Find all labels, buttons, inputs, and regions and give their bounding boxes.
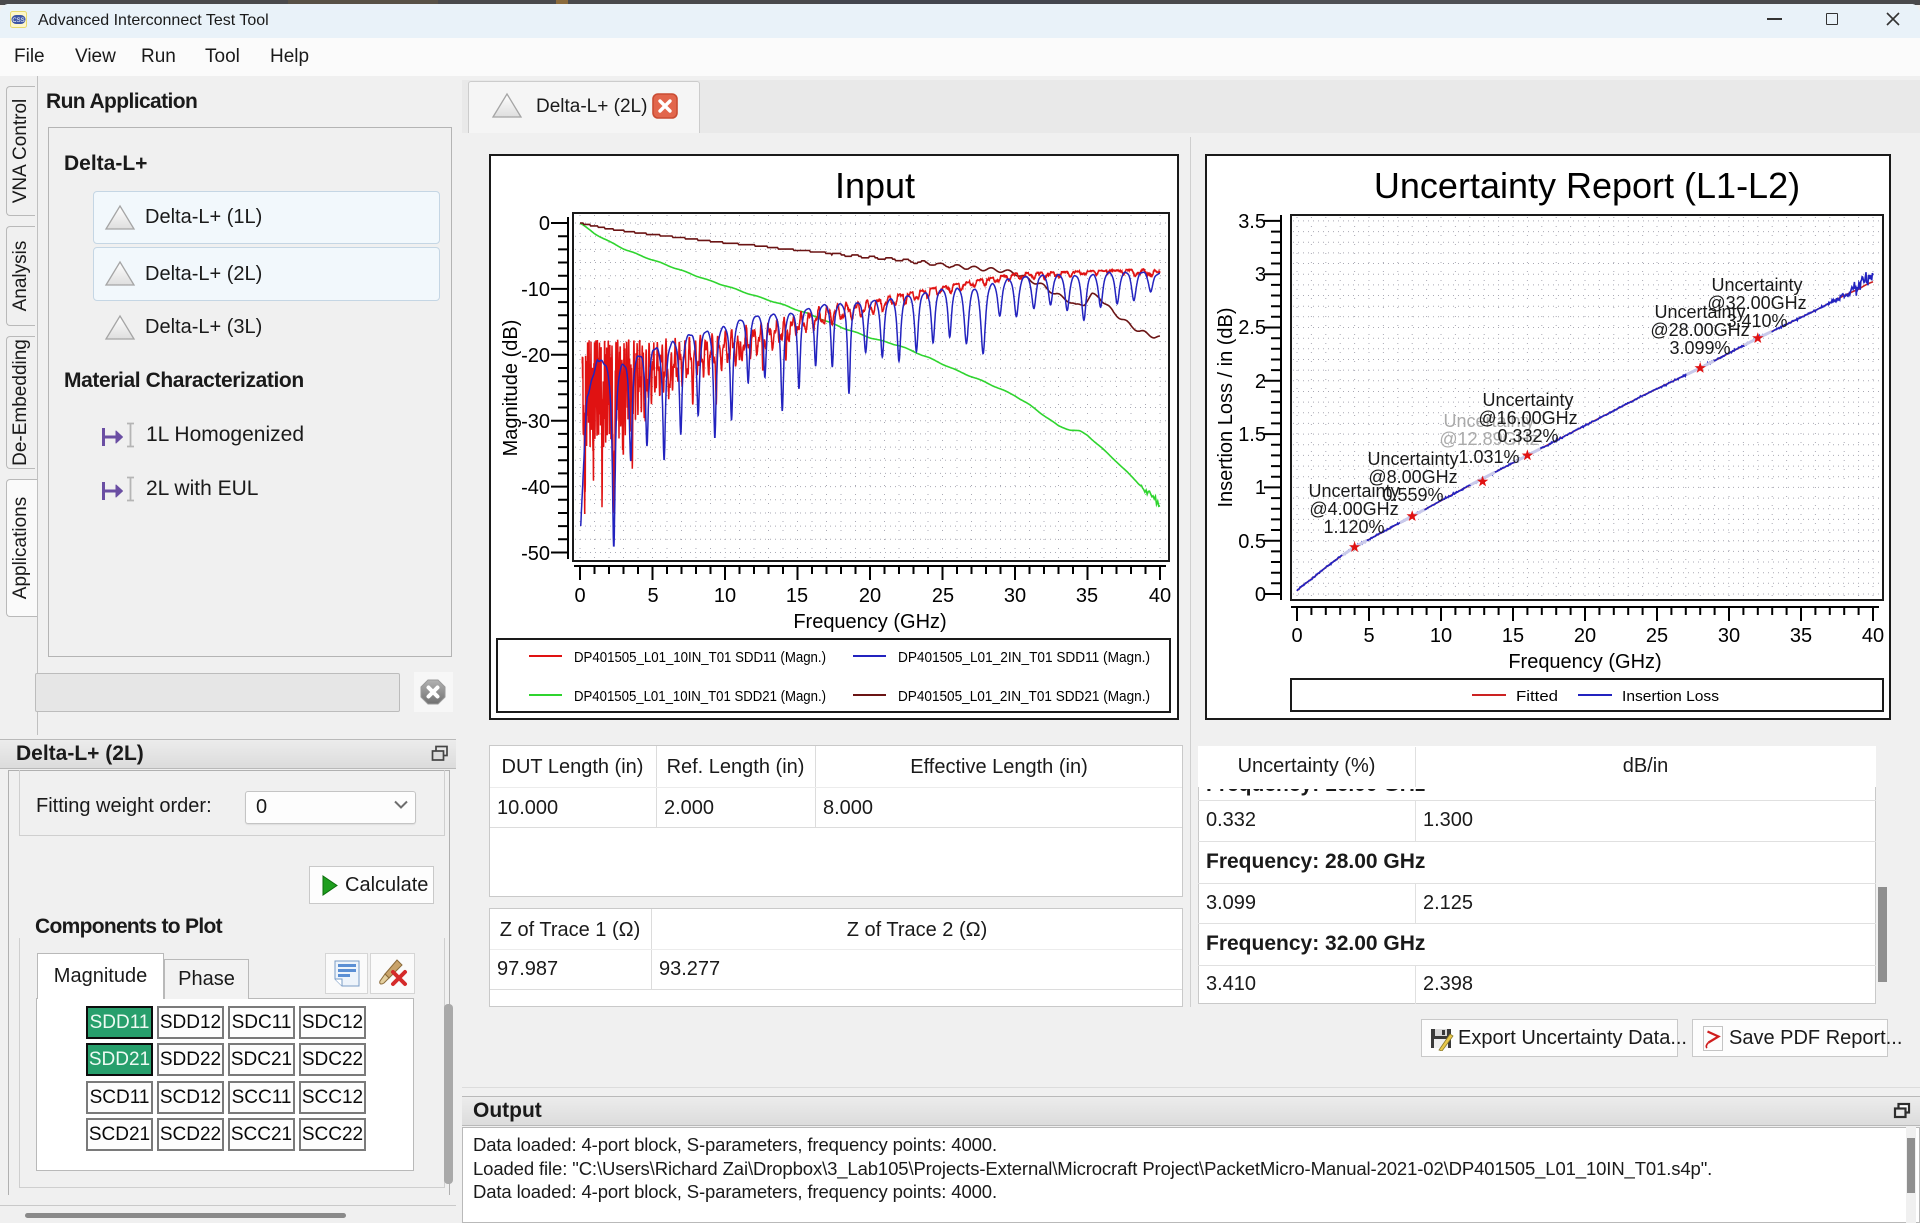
svg-text:1.031%: 1.031% [1458,447,1519,467]
svg-text:3.410%: 3.410% [1726,311,1787,331]
svg-text:@32.00GHz: @32.00GHz [1707,293,1806,313]
svg-text:30: 30 [1004,585,1026,607]
svg-text:20: 20 [859,585,881,607]
svg-text:DP401505_L01_10IN_T01 SDD21 (M: DP401505_L01_10IN_T01 SDD21 (Magn.) [574,688,826,705]
svg-text:Input: Input [835,165,915,206]
svg-text:3: 3 [1255,264,1266,286]
svg-text:15: 15 [786,585,808,607]
svg-text:DP401505_L01_2IN_T01 SDD21 (Ma: DP401505_L01_2IN_T01 SDD21 (Magn.) [898,688,1150,705]
svg-text:40: 40 [1862,625,1884,647]
svg-text:0: 0 [574,585,585,607]
svg-text:0: 0 [1291,625,1302,647]
svg-text:0.332%: 0.332% [1497,426,1558,446]
svg-text:0: 0 [1255,584,1266,606]
svg-text:Uncertainty: Uncertainty [1367,449,1458,469]
svg-text:30: 30 [1718,625,1740,647]
svg-text:15: 15 [1502,625,1524,647]
svg-text:40: 40 [1149,585,1171,607]
svg-text:2: 2 [1255,371,1266,393]
svg-text:Uncertainty: Uncertainty [1482,390,1573,410]
svg-text:CSS: CSS [12,18,24,24]
svg-text:-30: -30 [521,411,550,433]
svg-text:35: 35 [1076,585,1098,607]
svg-text:@16.00GHz: @16.00GHz [1478,408,1577,428]
svg-text:@8.00GHz: @8.00GHz [1368,467,1457,487]
svg-text:-40: -40 [521,477,550,499]
svg-text:2.5: 2.5 [1238,317,1266,339]
svg-text:1.120%: 1.120% [1323,517,1384,537]
svg-text:3.5: 3.5 [1238,211,1266,233]
svg-text:1.5: 1.5 [1238,424,1266,446]
svg-text:Insertion Loss: Insertion Loss [1622,688,1719,705]
svg-text:Uncertainty Report (L1-L2): Uncertainty Report (L1-L2) [1374,165,1800,206]
svg-text:5: 5 [1363,625,1374,647]
svg-text:Fitted: Fitted [1516,688,1558,705]
svg-text:5: 5 [647,585,658,607]
svg-text:20: 20 [1574,625,1596,647]
svg-text:25: 25 [932,585,954,607]
svg-text:Frequency (GHz): Frequency (GHz) [1508,651,1661,673]
svg-text:1: 1 [1255,477,1266,499]
svg-text:0.559%: 0.559% [1382,485,1443,505]
svg-text:Uncertainty: Uncertainty [1711,275,1802,295]
svg-text:-10: -10 [521,279,550,301]
svg-text:DP401505_L01_10IN_T01 SDD11 (M: DP401505_L01_10IN_T01 SDD11 (Magn.) [574,649,826,666]
svg-text:DP401505_L01_2IN_T01 SDD11 (Ma: DP401505_L01_2IN_T01 SDD11 (Magn.) [898,649,1150,666]
svg-text:Frequency (GHz): Frequency (GHz) [793,611,946,633]
svg-text:25: 25 [1646,625,1668,647]
svg-text:10: 10 [1430,625,1452,647]
svg-text:0.5: 0.5 [1238,531,1266,553]
svg-text:-20: -20 [521,345,550,367]
svg-text:10: 10 [714,585,736,607]
svg-text:35: 35 [1790,625,1812,647]
svg-text:-50: -50 [521,543,550,565]
svg-text:0: 0 [539,213,550,235]
svg-text:Insertion Loss / in (dB): Insertion Loss / in (dB) [1215,307,1237,507]
svg-text:3.099%: 3.099% [1669,338,1730,358]
svg-text:Magnitude (dB): Magnitude (dB) [500,320,522,457]
